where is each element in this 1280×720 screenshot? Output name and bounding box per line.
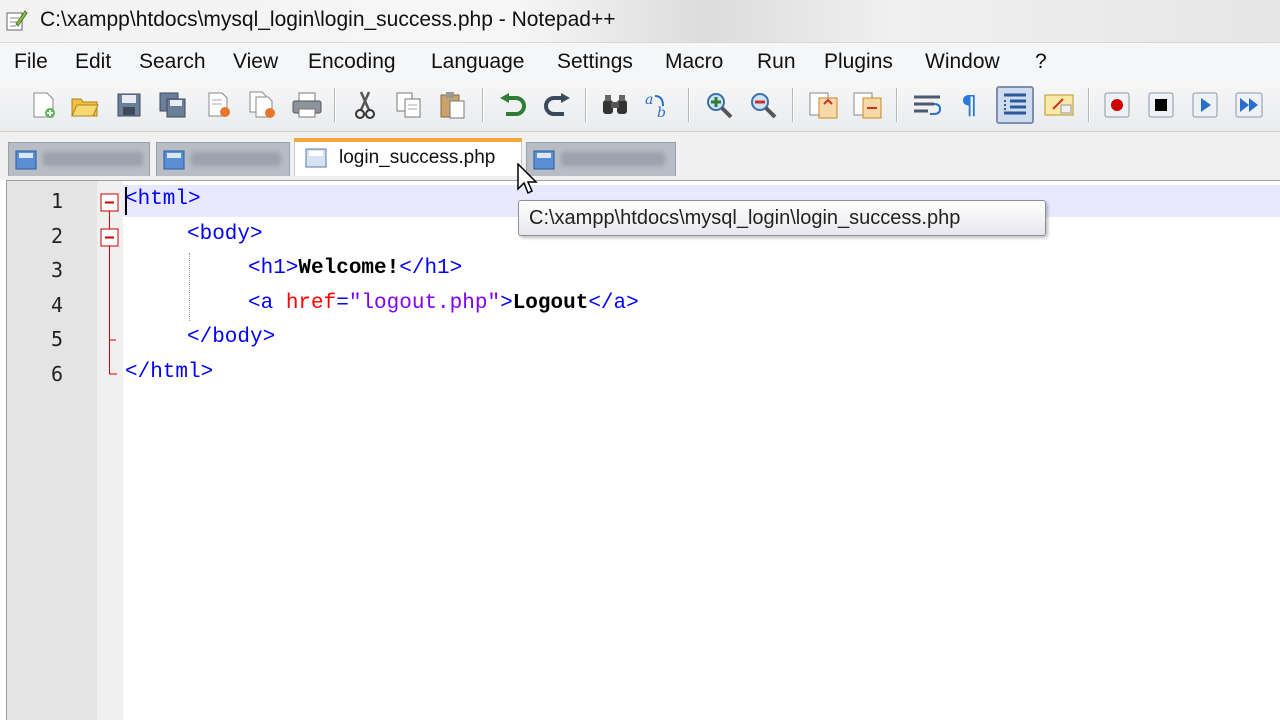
- tab-label-obscured: [561, 152, 665, 166]
- menu-encoding[interactable]: Encoding: [308, 50, 396, 74]
- active-tab-accent: [294, 138, 522, 142]
- line-number: 3: [50, 258, 63, 282]
- tab-label-obscured: [43, 152, 143, 166]
- menu-settings[interactable]: Settings: [557, 50, 633, 74]
- menu-run[interactable]: Run: [757, 50, 796, 74]
- tab-login-success[interactable]: login_success.php: [294, 138, 522, 176]
- undo-icon[interactable]: [494, 86, 532, 124]
- word-wrap-icon[interactable]: [908, 86, 946, 124]
- tab-label-obscured: [191, 152, 281, 166]
- line-number: 5: [50, 327, 63, 351]
- indent-guide-icon[interactable]: [996, 86, 1034, 124]
- toolbar-separator: [688, 88, 689, 122]
- toolbar: ab ¶: [0, 80, 1280, 132]
- window-title: C:\xampp\htdocs\mysql_login\login_succes…: [40, 8, 616, 31]
- menu-file[interactable]: File: [14, 50, 48, 74]
- line-number: 1: [50, 189, 63, 213]
- menu-window[interactable]: Window: [925, 50, 1000, 74]
- toolbar-separator: [1088, 88, 1089, 122]
- code-line-4: <a href="logout.php">Logout</a>: [248, 292, 639, 315]
- file-tab-icon: [15, 150, 37, 170]
- tab-blurred-3[interactable]: [526, 142, 676, 176]
- toolbar-separator: [792, 88, 793, 122]
- save-icon[interactable]: [110, 86, 148, 124]
- toolbar-separator: [896, 88, 897, 122]
- tab-bar: login_success.php: [0, 132, 1280, 180]
- href-attribute: href: [285, 292, 337, 315]
- tab-blurred-1[interactable]: [8, 142, 150, 176]
- code-editor[interactable]: 1 2 3 4 5 6 <html> <body> <h1>Welcome!</…: [6, 180, 1280, 720]
- equals-sign: =: [336, 292, 349, 315]
- code-line-6: </html>: [125, 361, 213, 384]
- run-macro-multiple-icon[interactable]: [1230, 86, 1268, 124]
- text-caret: [125, 187, 127, 215]
- code-line-5: </body>: [187, 326, 275, 349]
- line-number: 6: [50, 362, 63, 386]
- file-tab-icon: [305, 148, 327, 168]
- line-number: 4: [50, 293, 63, 317]
- anchor-open-tag: <a: [248, 292, 286, 315]
- cut-icon[interactable]: [346, 86, 384, 124]
- html-close-tag: </html>: [125, 361, 214, 384]
- body-open-tag: <body>: [187, 223, 263, 246]
- show-all-chars-icon[interactable]: ¶: [952, 86, 990, 124]
- replace-icon[interactable]: ab: [640, 86, 678, 124]
- tooltip-text: C:\xampp\htdocs\mysql_login\login_succes…: [529, 207, 961, 229]
- line-number: 2: [50, 224, 63, 248]
- menu-bar: File Edit Search View Encoding Language …: [0, 42, 1280, 80]
- tab-path-tooltip: C:\xampp\htdocs\mysql_login\login_succes…: [518, 200, 1046, 236]
- tab-blurred-2[interactable]: [156, 142, 290, 176]
- menu-macro[interactable]: Macro: [665, 50, 723, 74]
- title-bar: C:\xampp\htdocs\mysql_login\login_succes…: [0, 0, 1280, 42]
- zoom-in-icon[interactable]: [700, 86, 738, 124]
- menu-plugins[interactable]: Plugins: [824, 50, 893, 74]
- find-icon[interactable]: [596, 86, 634, 124]
- copy-icon[interactable]: [390, 86, 428, 124]
- sync-vertical-icon[interactable]: [804, 86, 842, 124]
- toolbar-separator: [482, 88, 483, 122]
- sync-horizontal-icon[interactable]: [848, 86, 886, 124]
- menu-help[interactable]: ?: [1035, 50, 1047, 74]
- svg-text:a: a: [645, 92, 653, 108]
- h1-open-tag: <h1>: [248, 257, 299, 280]
- menu-edit[interactable]: Edit: [75, 50, 111, 74]
- save-all-icon[interactable]: [154, 86, 192, 124]
- href-value: "logout.php": [348, 292, 501, 315]
- close-all-icon[interactable]: [244, 86, 282, 124]
- play-macro-icon[interactable]: [1186, 86, 1224, 124]
- fold-markers: [100, 193, 119, 375]
- anchor-text: Logout: [512, 292, 589, 315]
- new-file-icon[interactable]: [24, 86, 62, 124]
- record-macro-icon[interactable]: [1098, 86, 1136, 124]
- open-file-icon[interactable]: [66, 86, 104, 124]
- print-icon[interactable]: [288, 86, 326, 124]
- svg-text:¶: ¶: [961, 91, 978, 120]
- code-line-2: <body>: [187, 223, 263, 246]
- toolbar-separator: [334, 88, 335, 122]
- menu-language[interactable]: Language: [431, 50, 524, 74]
- anchor-tag-end: >: [500, 292, 513, 315]
- close-icon[interactable]: [200, 86, 238, 124]
- h1-text: Welcome!: [298, 257, 400, 280]
- h1-close-tag: </h1>: [399, 257, 463, 280]
- html-open-tag: <html>: [125, 188, 201, 211]
- active-tab-label: login_success.php: [339, 147, 496, 168]
- notepadpp-icon: [6, 10, 28, 31]
- paste-icon[interactable]: [434, 86, 472, 124]
- body-close-tag: </body>: [187, 326, 276, 349]
- code-line-1: <html>: [125, 188, 201, 211]
- anchor-close-tag: </a>: [588, 292, 639, 315]
- menu-search[interactable]: Search: [139, 50, 206, 74]
- redo-icon[interactable]: [538, 86, 576, 124]
- zoom-out-icon[interactable]: [744, 86, 782, 124]
- mouse-pointer-icon: [517, 163, 538, 195]
- svg-text:b: b: [657, 105, 666, 120]
- file-tab-icon: [163, 150, 185, 170]
- menu-view[interactable]: View: [233, 50, 278, 74]
- doc-map-icon[interactable]: [1040, 86, 1078, 124]
- toolbar-separator: [585, 88, 586, 122]
- indent-guide: [189, 253, 190, 321]
- code-line-3: <h1>Welcome!</h1>: [248, 257, 462, 280]
- stop-record-icon[interactable]: [1142, 86, 1180, 124]
